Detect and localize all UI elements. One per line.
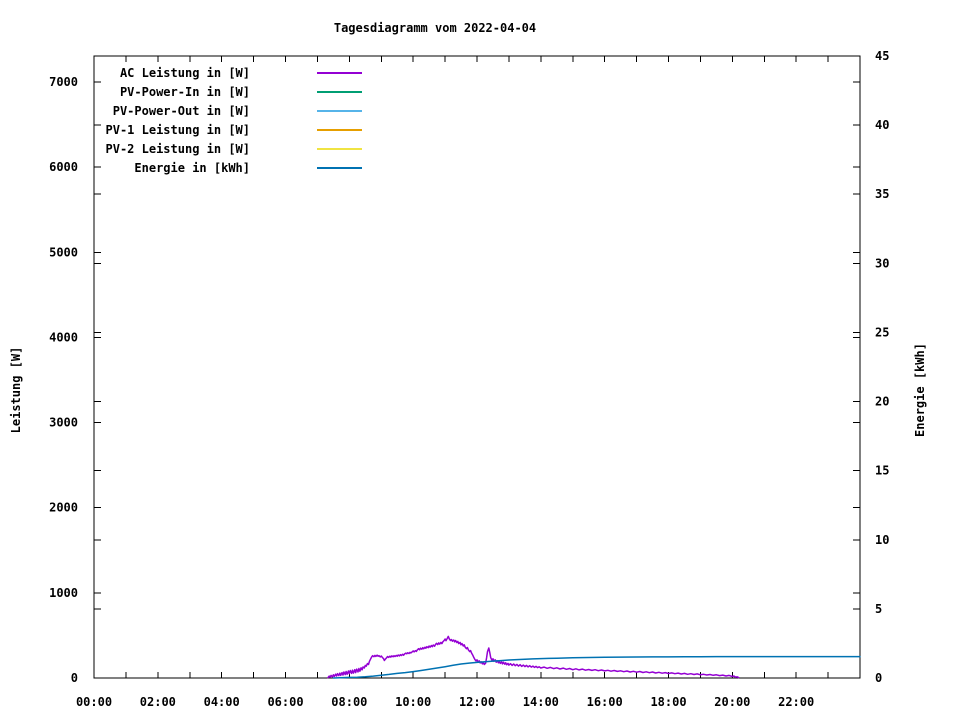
y2-tick-label: 30 [875, 256, 889, 270]
y2-tick-label: 35 [875, 187, 889, 201]
x-tick-label: 00:00 [76, 695, 112, 709]
y-tick-label: 1000 [49, 586, 78, 600]
x-tick-label: 10:00 [395, 695, 431, 709]
y2-tick-label: 10 [875, 533, 889, 547]
y2-tick-label: 15 [875, 464, 889, 478]
legend-line-swatch [317, 148, 362, 150]
y-tick-label: 5000 [49, 245, 78, 259]
legend-row: AC Leistung in [W] [0, 67, 420, 80]
legend-label: PV-1 Leistung in [W] [90, 124, 250, 137]
x-tick-label: 22:00 [778, 695, 814, 709]
x-tick-label: 14:00 [523, 695, 559, 709]
legend-row: PV-Power-In in [W] [0, 86, 420, 99]
legend-line-swatch [317, 72, 362, 74]
legend-label: AC Leistung in [W] [90, 67, 250, 80]
x-tick-label: 06:00 [267, 695, 303, 709]
x-tick-label: 04:00 [204, 695, 240, 709]
y2-tick-label: 25 [875, 325, 889, 339]
y2-tick-label: 40 [875, 118, 889, 132]
y-tick-label: 0 [71, 671, 78, 685]
chart-title: Tagesdiagramm vom 2022-04-04 [0, 21, 870, 35]
series-line-energie-in-kwh [333, 657, 860, 678]
legend-line-swatch [317, 167, 362, 169]
y2-tick-label: 5 [875, 602, 882, 616]
y2-tick-label: 45 [875, 49, 889, 63]
y-tick-label: 4000 [49, 330, 78, 344]
x-tick-label: 08:00 [331, 695, 367, 709]
y2-tick-label: 20 [875, 395, 889, 409]
y2-tick-label: 0 [875, 671, 882, 685]
x-tick-label: 12:00 [459, 695, 495, 709]
legend-row: PV-Power-Out in [W] [0, 105, 420, 118]
y-tick-label: 2000 [49, 501, 78, 515]
x-tick-label: 18:00 [650, 695, 686, 709]
chart-screen: 00:00 02:00 04:00 06:00 08:00 10:00 12:00 14:00… [0, 0, 960, 720]
legend-row: PV-1 Leistung in [W] [0, 124, 420, 137]
legend-label: PV-Power-In in [W] [90, 86, 250, 99]
y2-axis-label: Energie [kWh] [913, 290, 929, 490]
legend-line-swatch [317, 129, 362, 131]
legend-label: Energie in [kWh] [90, 162, 250, 175]
legend-line-swatch [317, 110, 362, 112]
legend-label: PV-Power-Out in [W] [90, 105, 250, 118]
legend-row: Energie in [kWh] [0, 162, 420, 175]
x-tick-label: 20:00 [714, 695, 750, 709]
y-axis-label: Leistung [W] [9, 290, 25, 490]
legend-row: PV-2 Leistung in [W] [0, 143, 420, 156]
y-tick-label: 3000 [49, 416, 78, 430]
legend-label: PV-2 Leistung in [W] [90, 143, 250, 156]
legend-line-swatch [317, 91, 362, 93]
x-tick-label: 02:00 [140, 695, 176, 709]
x-tick-label: 16:00 [587, 695, 623, 709]
